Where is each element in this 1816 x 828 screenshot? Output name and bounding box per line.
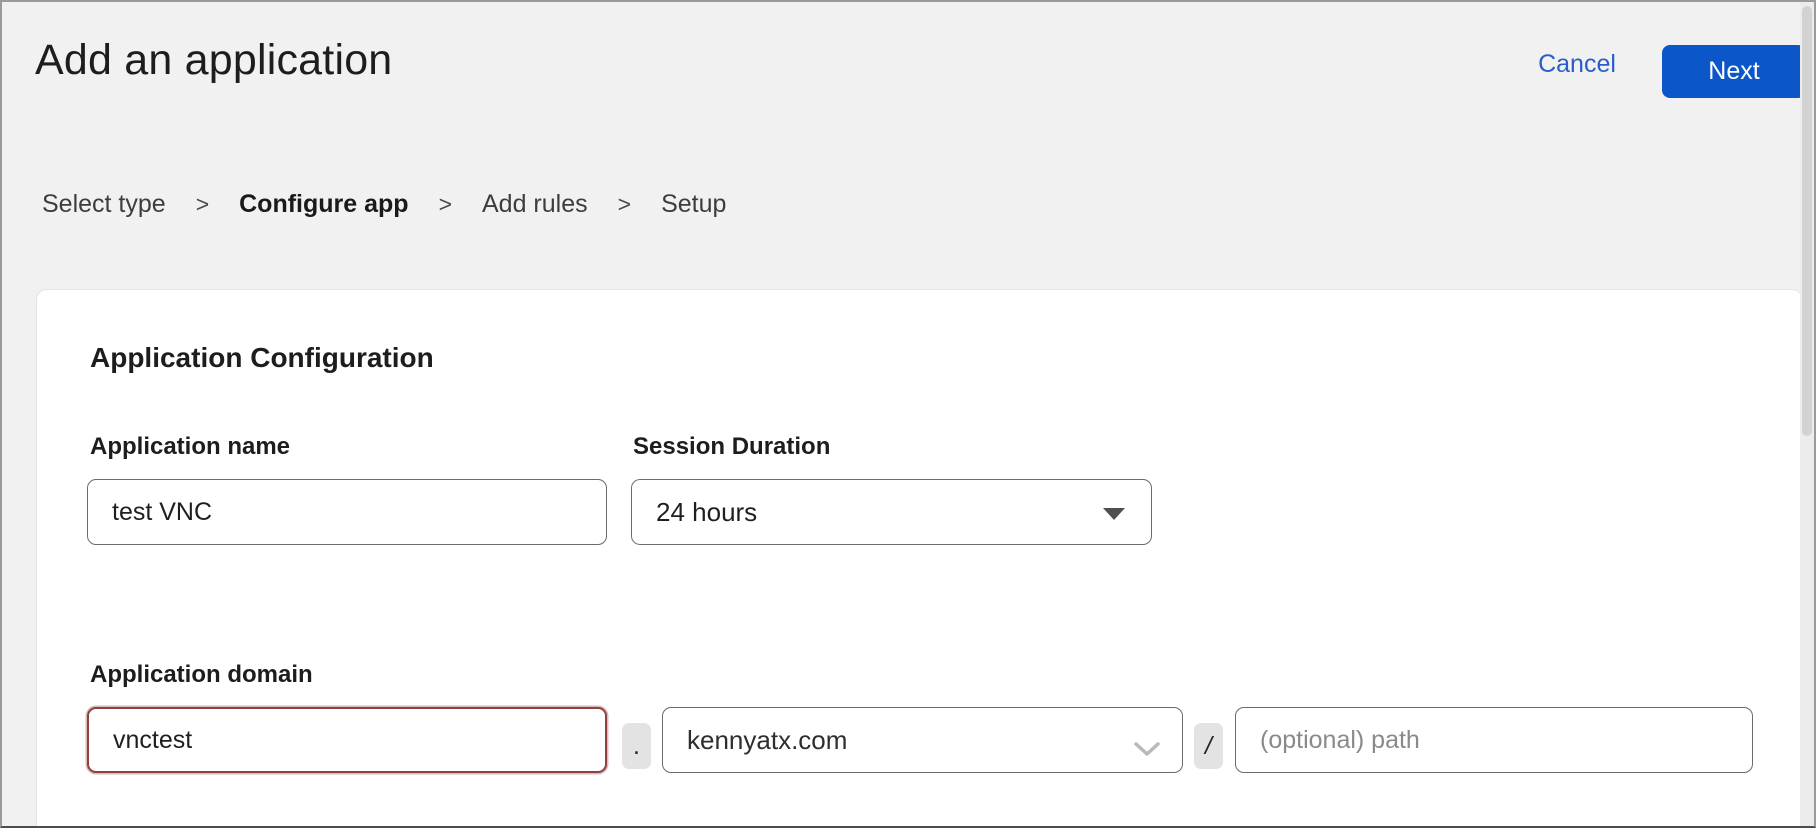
application-name-label: Application name bbox=[90, 433, 290, 461]
chevron-down-icon bbox=[1134, 733, 1160, 764]
dot-separator: . bbox=[622, 723, 651, 769]
scrollbar-thumb[interactable] bbox=[1802, 6, 1812, 436]
caret-down-icon bbox=[1103, 508, 1125, 520]
application-configuration-card: Application Configuration Application na… bbox=[37, 290, 1802, 828]
subdomain-input[interactable] bbox=[87, 707, 607, 773]
add-application-page: Add an application Cancel Next Select ty… bbox=[0, 0, 1816, 828]
breadcrumb-separator-icon: > bbox=[618, 191, 631, 218]
breadcrumb-separator-icon: > bbox=[196, 191, 209, 218]
session-duration-select[interactable]: 24 hours bbox=[631, 479, 1152, 545]
slash-separator: / bbox=[1194, 723, 1223, 769]
session-duration-value: 24 hours bbox=[656, 497, 757, 528]
breadcrumb-step-setup[interactable]: Setup bbox=[661, 190, 726, 219]
session-duration-label: Session Duration bbox=[633, 433, 830, 461]
next-button[interactable]: Next bbox=[1662, 45, 1806, 98]
breadcrumb-step-add-rules[interactable]: Add rules bbox=[482, 190, 588, 219]
application-name-input[interactable] bbox=[87, 479, 607, 545]
breadcrumb-separator-icon: > bbox=[439, 191, 452, 218]
breadcrumb-step-select-type[interactable]: Select type bbox=[42, 190, 166, 219]
path-input[interactable] bbox=[1235, 707, 1753, 773]
breadcrumb-step-configure-app[interactable]: Configure app bbox=[239, 190, 408, 219]
application-domain-label: Application domain bbox=[90, 661, 313, 689]
vertical-scrollbar[interactable] bbox=[1800, 2, 1814, 826]
domain-select[interactable]: kennyatx.com bbox=[662, 707, 1183, 773]
page-title: Add an application bbox=[35, 36, 392, 85]
section-title: Application Configuration bbox=[90, 342, 434, 374]
breadcrumb: Select type > Configure app > Add rules … bbox=[42, 190, 726, 219]
cancel-button[interactable]: Cancel bbox=[1534, 50, 1620, 79]
domain-select-value: kennyatx.com bbox=[687, 725, 847, 756]
